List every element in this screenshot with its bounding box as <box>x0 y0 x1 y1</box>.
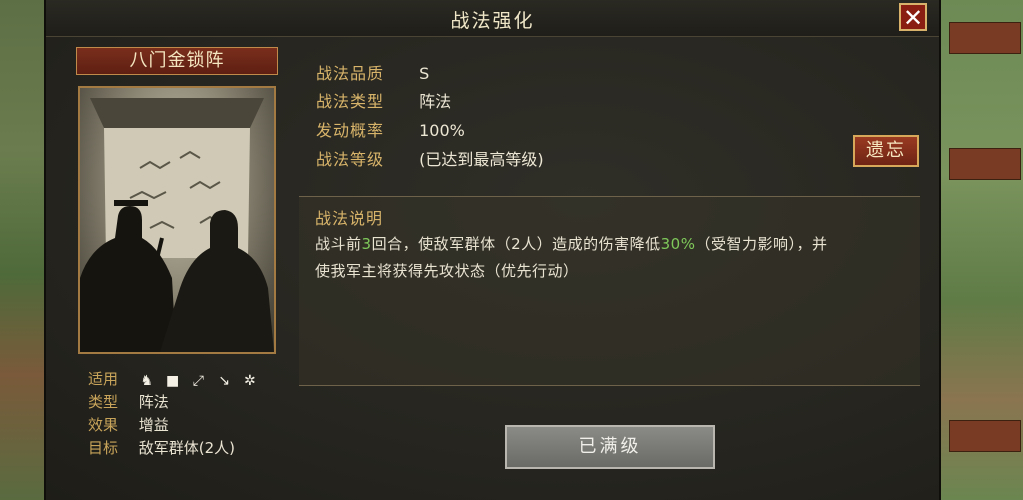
description-box: 战法说明 战斗前3回合，使敌军群体（2人）造成的伤害降低30%（受智力影响），并… <box>299 196 920 386</box>
bow-icon: ⤢ <box>192 372 204 389</box>
wheel-icon: ✲ <box>244 372 256 389</box>
effect-value: 增益 <box>138 416 169 434</box>
close-icon: ✕ <box>902 4 924 32</box>
description-text: 战斗前3回合，使敌军群体（2人）造成的伤害降低30%（受智力影响），并 使我军主… <box>315 231 905 285</box>
unit-icons: ♞ ■ ⤢ ↘ ✲ <box>139 369 263 391</box>
attribute-probability: 发动概率 100% <box>316 119 465 143</box>
attribute-label: 战法等级 <box>316 150 385 169</box>
spear-icon: ↘ <box>218 372 230 389</box>
description-segment: （受智力影响），并 <box>695 235 828 253</box>
portrait-illustration <box>80 98 274 352</box>
attribute-value: 100% <box>419 121 465 140</box>
attribute-level: 战法等级 (已达到最高等级) <box>316 148 544 172</box>
effect-label: 效果 <box>88 416 119 434</box>
attribute-value: 阵法 <box>419 92 452 111</box>
attribute-value: S <box>419 64 430 83</box>
tactic-enhance-panel: 战法强化 ✕ 八门金锁阵 适用 ♞ ■ ⤢ ↘ ✲ 类型 阵法 效果 增益 目标… <box>44 0 941 500</box>
window-title: 战法强化 <box>450 10 535 32</box>
background-banner <box>949 420 1021 452</box>
cavalry-icon: ♞ <box>140 372 154 389</box>
tactic-name: 八门金锁阵 <box>76 47 278 75</box>
tactic-portrait <box>78 86 276 354</box>
title-bar: 战法强化 ✕ <box>46 0 939 37</box>
description-segment: 使我军主将获得先攻状态（优先行动） <box>315 262 579 280</box>
target-label: 目标 <box>88 439 119 457</box>
attribute-label: 战法类型 <box>316 92 385 111</box>
attribute-value: (已达到最高等级) <box>419 150 544 169</box>
target-row: 目标 敌军群体(2人) <box>88 437 235 459</box>
max-level-button[interactable]: 已满级 <box>505 425 715 469</box>
target-value: 敌军群体(2人) <box>138 439 236 457</box>
applicable-label: 适用 <box>88 370 119 388</box>
attribute-type: 战法类型 阵法 <box>316 90 451 114</box>
type-value: 阵法 <box>138 393 169 411</box>
attribute-label: 发动概率 <box>316 121 385 140</box>
type-label: 类型 <box>88 393 119 411</box>
description-highlight: 30% <box>660 235 696 253</box>
applicable-units-row: 适用 ♞ ■ ⤢ ↘ ✲ <box>88 368 263 390</box>
shield-icon: ■ <box>165 372 180 389</box>
background-banner <box>949 148 1021 180</box>
type-row: 类型 阵法 <box>88 391 169 413</box>
background-map-right <box>937 0 1023 500</box>
effect-row: 效果 增益 <box>88 414 169 436</box>
close-button[interactable]: ✕ <box>899 3 927 32</box>
forget-button[interactable]: 遗忘 <box>853 135 919 167</box>
background-map-left <box>0 0 44 500</box>
description-segment: 回合，使敌军群体（2人）造成的伤害降低 <box>371 235 661 253</box>
description-highlight: 3 <box>361 235 372 253</box>
attribute-quality: 战法品质 S <box>316 62 429 86</box>
background-banner <box>949 22 1021 54</box>
description-title: 战法说明 <box>315 209 384 228</box>
description-segment: 战斗前 <box>315 235 362 253</box>
attribute-label: 战法品质 <box>316 64 385 83</box>
